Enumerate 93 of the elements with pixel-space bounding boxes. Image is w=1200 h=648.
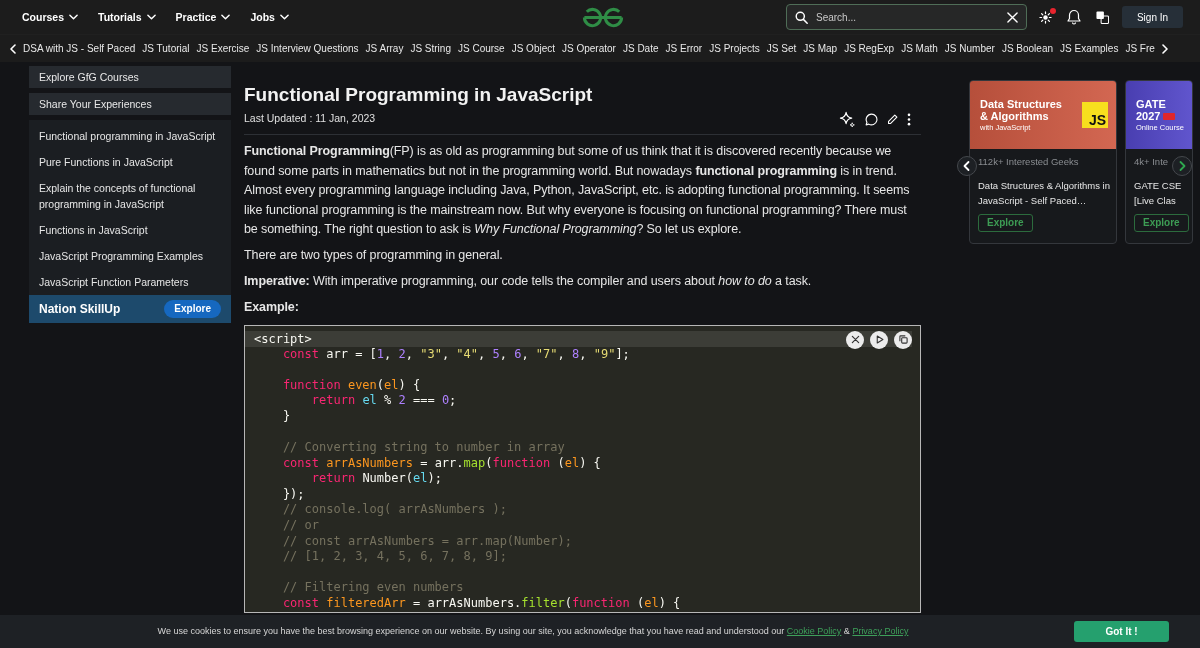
sun-icon[interactable] xyxy=(1039,10,1052,24)
chevron-right-icon[interactable] xyxy=(1172,156,1192,176)
code-line: // console.log( arrAsNumbers ); xyxy=(281,502,508,519)
paragraph: There are two types of programming in general. xyxy=(244,247,504,264)
sidebar-link[interactable]: Pure Functions in JavaScript xyxy=(29,149,231,175)
language-tile: JS xyxy=(1082,102,1108,128)
promo-title: Nation SkillUp xyxy=(39,301,121,318)
topic-link[interactable]: JS Fre xyxy=(1125,41,1155,56)
code-line: } xyxy=(281,408,292,425)
sidebar-link[interactable]: Functional programming in JavaScript xyxy=(29,123,231,149)
topic-link[interactable]: JS Error xyxy=(665,41,703,56)
pencil-icon[interactable] xyxy=(887,113,898,125)
topic-link[interactable]: JS Exercise xyxy=(196,41,250,56)
banner-title: Data Structures xyxy=(980,97,1062,110)
topic-link[interactable]: JS Course xyxy=(457,41,505,56)
search-icon xyxy=(795,10,808,24)
close-icon xyxy=(850,335,860,344)
topic-link[interactable]: JS Number xyxy=(944,41,995,56)
nav-menu[interactable]: Practice xyxy=(175,10,231,24)
interest-count: 112k+ Interested Geeks xyxy=(978,156,1080,168)
code-line: const arrAsNumbers = arr.map(function (el) { xyxy=(281,455,602,472)
logo-icon[interactable] xyxy=(581,6,624,28)
sign-in-button[interactable]: Sign In xyxy=(1122,6,1183,28)
code-line: const arr = [1, 2, "3", "4", 5, 6, "7", 8, "9"]; xyxy=(281,346,631,363)
copy-icon xyxy=(898,335,908,344)
sidebar-link[interactable]: Functions in JavaScript xyxy=(29,217,231,243)
interest-count: 4k+ Inte xyxy=(1134,156,1170,168)
squares-icon[interactable] xyxy=(1096,10,1109,24)
close-button[interactable] xyxy=(846,330,864,349)
code-line: }); xyxy=(281,486,306,503)
code-line: // Converting string to number in array xyxy=(281,440,566,456)
explore-button[interactable]: Explore xyxy=(164,300,221,318)
more-icon[interactable] xyxy=(907,112,911,126)
sidebar-panel-link[interactable]: Explore GfG Courses xyxy=(29,66,231,88)
code-line: // [1, 2, 3, 4, 5, 6, 7, 8, 9]; xyxy=(281,549,508,565)
code-line: // or xyxy=(281,518,321,534)
topic-link[interactable]: JS RegExp xyxy=(844,41,895,56)
caret-icon xyxy=(221,14,231,20)
section-label: Example: xyxy=(244,299,300,316)
caret-icon xyxy=(146,14,156,20)
topic-link[interactable]: JS Map xyxy=(803,41,838,56)
explore-button[interactable]: Explore xyxy=(978,214,1033,232)
sidebar-link[interactable]: Explain the concepts of functional programming in JavaScript xyxy=(29,175,231,217)
topic-link[interactable]: JS Boolean xyxy=(1001,41,1054,56)
policy-link[interactable]: Privacy Policy xyxy=(852,625,909,636)
sidebar-link[interactable]: JavaScript Function Parameters xyxy=(29,269,231,295)
topic-link[interactable]: JS Operator xyxy=(562,41,616,56)
topic-link[interactable]: JS Set xyxy=(766,41,797,56)
close-icon[interactable] xyxy=(1007,11,1018,23)
course-title: Data Structures & Algorithms in JavaScript - Self Paced… xyxy=(978,179,1111,208)
topic-link[interactable]: JS Examples xyxy=(1060,41,1119,56)
code-line: // const arrAsNumbers = arr.map(Number); xyxy=(281,533,573,550)
sidebar-panel-link[interactable]: Share Your Experiences xyxy=(29,93,231,115)
caret-icon xyxy=(279,14,289,20)
search-field[interactable]: Search... xyxy=(816,9,999,25)
last-updated: Last Updated : 11 Jan, 2023 xyxy=(244,111,376,127)
topic-link[interactable]: JS Array xyxy=(365,41,404,56)
copy-button[interactable] xyxy=(894,330,912,349)
play-icon xyxy=(874,335,884,344)
banner-title: & Algorithms xyxy=(980,110,1050,123)
banner-title: GATE xyxy=(1136,97,1167,110)
topic-link[interactable]: JS Interview Questions xyxy=(256,41,359,56)
search-box[interactable]: Search... xyxy=(786,4,1027,30)
sparkle-icon[interactable] xyxy=(839,110,856,128)
explore-button[interactable]: Explore xyxy=(1134,214,1189,232)
topic-link[interactable]: JS Object xyxy=(511,41,555,56)
comment-icon[interactable] xyxy=(865,112,878,126)
code-line: return Number(el); xyxy=(310,471,443,487)
topic-link[interactable]: DSA with JS - Self Paced xyxy=(23,41,136,56)
article-title: Functional Programming in JavaScript xyxy=(244,83,594,107)
policy-link[interactable]: Cookie Policy xyxy=(786,625,842,636)
nav-menu[interactable]: Tutorials xyxy=(98,10,156,24)
topic-link[interactable]: JS String xyxy=(410,41,451,56)
code-line: // Filtering even numbers xyxy=(281,580,465,596)
nav-menu[interactable]: Jobs xyxy=(250,10,289,24)
banner-title: 2027 xyxy=(1136,110,1161,123)
cookie-notice: We use cookies to ensure you have the best browsing experience on our website. By using our site, you acknowledge that you have read and understood our Cookie Policy & Privacy Policy xyxy=(156,624,910,638)
code-line: const filteredArr = arrAsNumbers.filter(function (el) { xyxy=(281,596,682,612)
chevron-left-icon[interactable] xyxy=(957,156,977,176)
topic-link[interactable]: JS Date xyxy=(622,41,659,56)
paragraph: Imperative: With imperative programming, our code tells the compiler and users about how to do a task. xyxy=(244,273,813,290)
code-line: return el % 2 === 0; xyxy=(310,393,458,409)
paragraph: Functional Programming(FP) is as old as programming but some of us think that it is discovered recently because we found some parts in mathematics but not in the programming world. But nowadays functional programming is in trend. Almost every programming language including Java, Python, JavaScript, etc. is adopting functional programming. It seems like functional programming is the mainstream now. But why everyone is focusing on functional programming? There must be something. The right question to ask is Why Functional Programming? So let us explore. xyxy=(244,143,911,238)
sidebar-link[interactable]: JavaScript Programming Examples xyxy=(29,243,231,269)
run-button[interactable] xyxy=(870,330,888,349)
topic-link[interactable]: JS Tutorial xyxy=(142,41,190,56)
course-title: GATE CSE [Live Clas xyxy=(1134,179,1183,208)
bell-icon[interactable] xyxy=(1067,9,1081,25)
code-line: function even(el) { xyxy=(281,377,422,394)
topic-link[interactable]: JS Math xyxy=(901,41,938,56)
nav-menu[interactable]: Courses xyxy=(22,10,78,24)
caret-icon xyxy=(69,14,78,20)
topic-link[interactable]: JS Projects xyxy=(709,41,760,56)
